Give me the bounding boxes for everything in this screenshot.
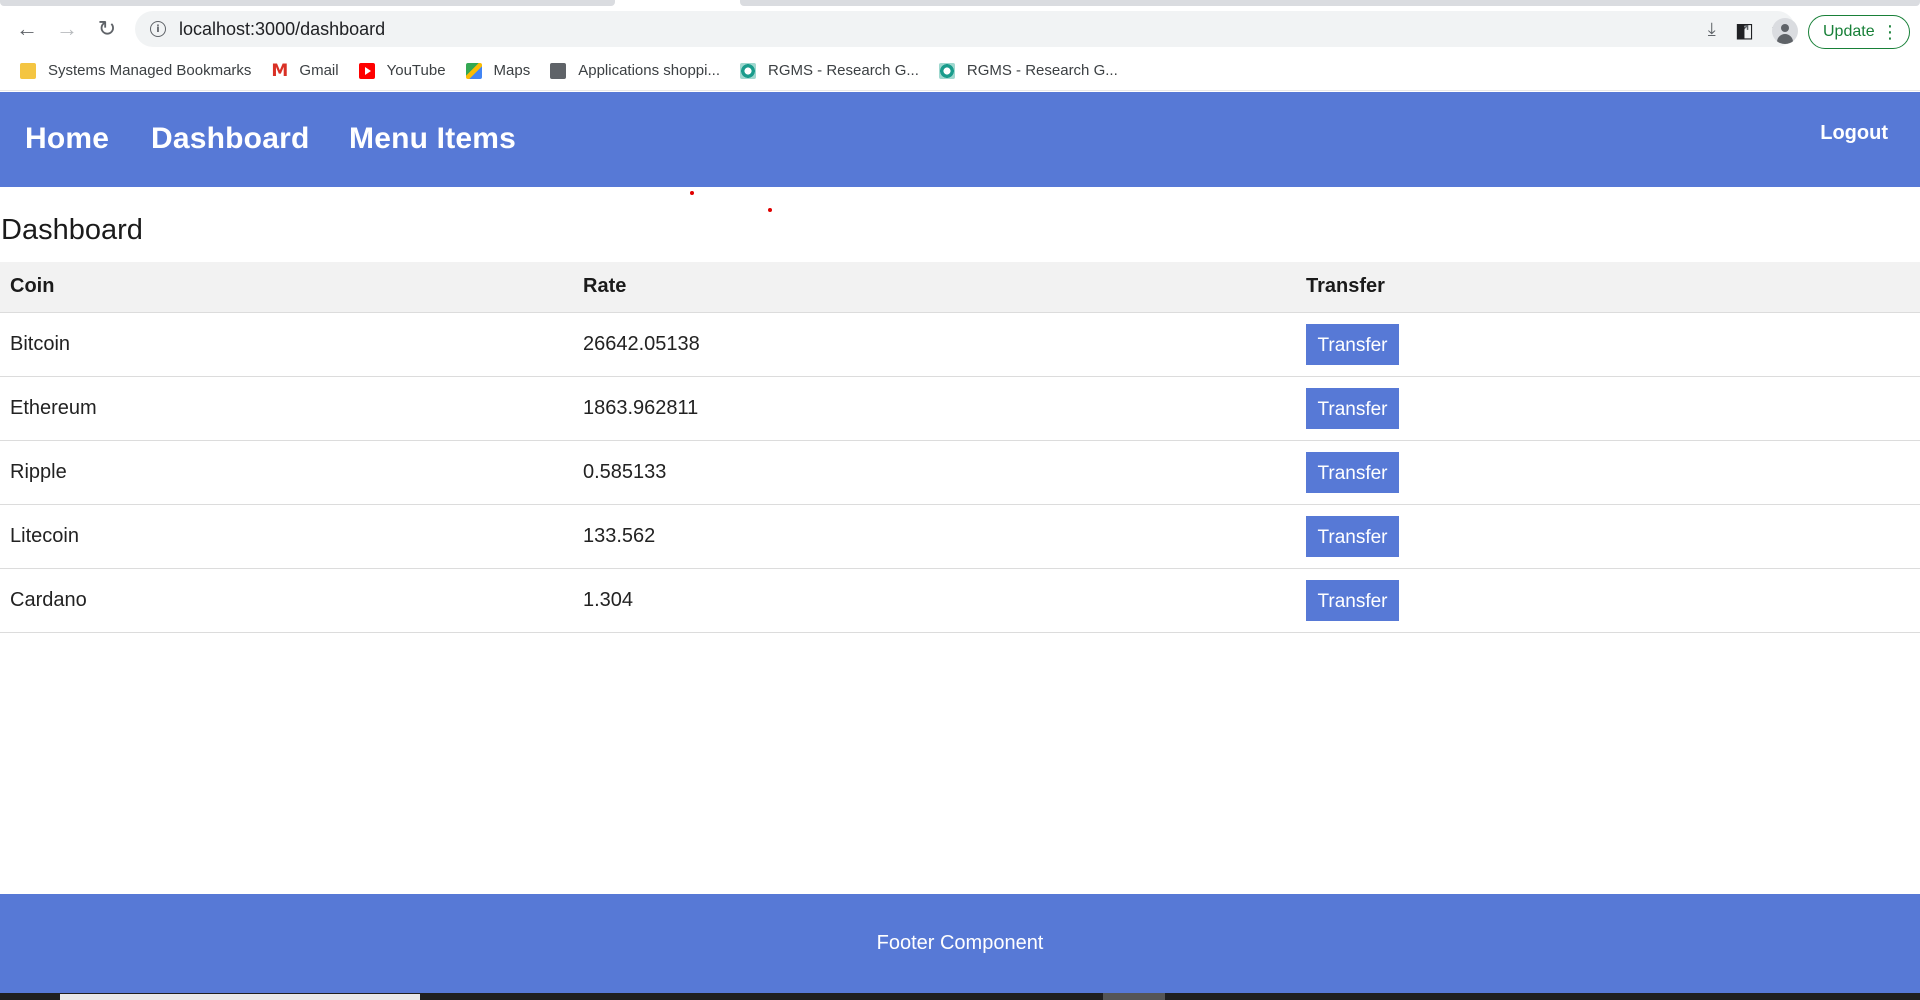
coin-rate: 133.562 — [583, 524, 656, 547]
bookmark-label: Applications shoppi... — [578, 62, 720, 79]
coin-rate: 0.585133 — [583, 460, 667, 483]
coin-table: Coin Rate Transfer Bitcoin 26642.05138 T… — [0, 262, 1920, 633]
transfer-button[interactable]: Transfer — [1306, 387, 1399, 429]
transfer-button[interactable]: Transfer — [1306, 515, 1399, 557]
gmail-icon: M — [271, 60, 289, 81]
bookmark-applications[interactable]: Applications shoppi... — [550, 62, 720, 79]
nav-home-link[interactable]: Home — [25, 122, 109, 156]
info-icon[interactable]: i — [150, 21, 166, 37]
coin-rate: 1863.962811 — [583, 396, 699, 419]
rgms-icon — [740, 62, 756, 79]
reload-icon[interactable]: ↻ — [92, 14, 122, 44]
nav-dashboard-link[interactable]: Dashboard — [151, 122, 310, 156]
coin-name: Cardano — [10, 588, 87, 611]
header-transfer: Transfer — [1306, 275, 1385, 298]
bookmark-label: RGMS - Research G... — [768, 62, 919, 79]
bookmark-label: YouTube — [386, 62, 446, 79]
page-title: Dashboard — [1, 214, 143, 246]
maps-icon — [465, 62, 482, 79]
coin-name: Litecoin — [10, 524, 79, 547]
page-footer: Footer Component — [0, 894, 1920, 993]
app-navbar: Home Dashboard Menu Items Logout — [0, 92, 1920, 187]
bookmark-rgms-1[interactable]: RGMS - Research G... — [740, 62, 919, 79]
address-bar[interactable]: i localhost:3000/dashboard ⤓ ↗ ☆ — [135, 11, 1795, 47]
taskbar-item[interactable] — [60, 994, 420, 1000]
coin-rate: 1.304 — [583, 588, 634, 611]
os-taskbar — [0, 993, 1920, 1000]
install-icon[interactable]: ⤓ — [1708, 19, 1716, 40]
update-button[interactable]: Update ⋮ — [1808, 15, 1910, 49]
red-dot-marker — [768, 208, 772, 212]
header-coin: Coin — [10, 275, 55, 298]
logout-link[interactable]: Logout — [1820, 122, 1888, 145]
bookmark-rgms-2[interactable]: RGMS - Research G... — [938, 62, 1118, 79]
table-row: Ethereum 1863.962811 Transfer — [0, 376, 1920, 440]
more-menu-icon[interactable]: ⋮ — [1881, 20, 1899, 44]
nav-menu-items-link[interactable]: Menu Items — [349, 122, 516, 156]
footer-text: Footer Component — [876, 932, 1044, 954]
transfer-button[interactable]: Transfer — [1306, 579, 1399, 621]
globe-icon — [550, 62, 567, 79]
back-arrow-icon[interactable]: ← — [12, 14, 42, 44]
youtube-icon — [358, 62, 375, 79]
coin-rate: 26642.05138 — [583, 332, 700, 355]
header-rate: Rate — [583, 275, 627, 298]
table-header-row: Coin Rate Transfer — [0, 262, 1920, 312]
transfer-button[interactable]: Transfer — [1306, 451, 1399, 493]
coin-name: Bitcoin — [10, 332, 71, 355]
bookmark-maps[interactable]: Maps — [465, 62, 531, 79]
forward-arrow-icon[interactable]: → — [52, 14, 82, 44]
browser-toolbar: ← → ↻ i localhost:3000/dashboard ⤓ ↗ ☆ ◧… — [0, 6, 1920, 51]
table-row: Cardano 1.304 Transfer — [0, 568, 1920, 632]
profile-avatar-icon[interactable] — [1772, 18, 1798, 44]
table-row: Litecoin 133.562 Transfer — [0, 504, 1920, 568]
table-row: Ripple 0.585133 Transfer — [0, 440, 1920, 504]
bookmark-label: RGMS - Research G... — [966, 62, 1118, 79]
folder-icon — [20, 62, 36, 79]
rgms-icon — [938, 62, 955, 79]
side-panel-icon[interactable]: ◧ — [1735, 18, 1754, 43]
red-dot-marker — [690, 191, 694, 195]
update-label: Update — [1823, 23, 1875, 40]
bookmark-label: Gmail — [299, 62, 339, 79]
url-text[interactable]: localhost:3000/dashboard — [179, 19, 385, 40]
coin-table-container: Coin Rate Transfer Bitcoin 26642.05138 T… — [0, 262, 1920, 633]
bookmark-gmail[interactable]: M Gmail — [271, 62, 338, 79]
taskbar-item[interactable] — [1103, 993, 1165, 1000]
transfer-button[interactable]: Transfer — [1306, 323, 1399, 365]
coin-name: Ripple — [10, 460, 67, 483]
coin-name: Ethereum — [10, 396, 97, 419]
bookmarks-bar: Systems Managed Bookmarks M Gmail YouTub… — [0, 51, 1920, 91]
table-row: Bitcoin 26642.05138 Transfer — [0, 312, 1920, 376]
bookmark-youtube[interactable]: YouTube — [358, 62, 446, 79]
bookmark-systems-managed[interactable]: Systems Managed Bookmarks — [20, 62, 251, 79]
bookmark-label: Maps — [493, 62, 531, 79]
bookmark-label: Systems Managed Bookmarks — [48, 62, 252, 79]
